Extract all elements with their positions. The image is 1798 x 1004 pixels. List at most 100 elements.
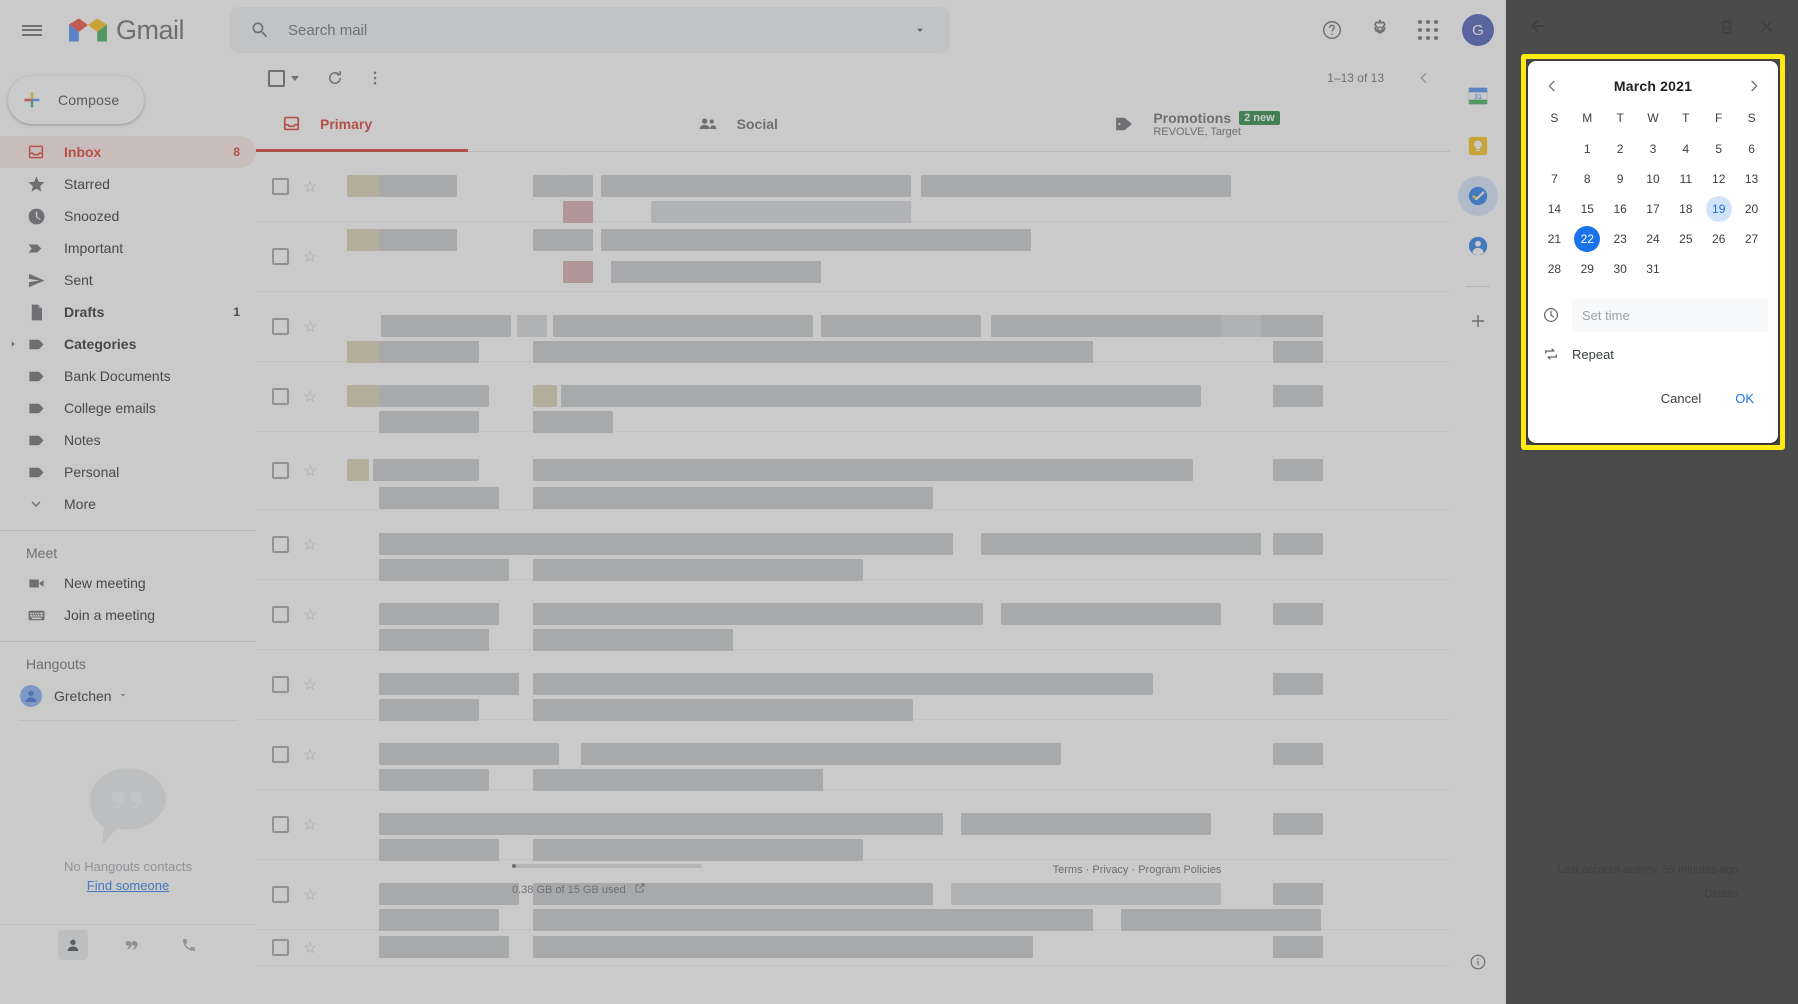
row-checkbox[interactable] [272, 886, 289, 903]
phone-icon[interactable] [174, 930, 204, 960]
table-row[interactable]: ☆ [256, 720, 1506, 791]
sidebar-item-drafts[interactable]: Drafts 1 [0, 296, 256, 328]
sidebar-item-inbox[interactable]: Inbox 8 [0, 136, 256, 168]
prev-month-button[interactable] [1538, 72, 1566, 100]
sidebar-item-starred[interactable]: Starred [0, 168, 256, 200]
row-checkbox[interactable] [272, 676, 289, 693]
sidebar-item-more[interactable]: More [0, 488, 256, 520]
star-icon[interactable]: ☆ [303, 675, 321, 695]
avatar[interactable]: G [1462, 14, 1494, 46]
calendar-day-12[interactable]: 12 [1702, 163, 1735, 193]
calendar-day-1[interactable]: 1 [1571, 133, 1604, 163]
sidebar-item-snoozed[interactable]: Snoozed [0, 200, 256, 232]
set-time-input[interactable]: Set time [1572, 298, 1768, 332]
star-icon[interactable]: ☆ [303, 815, 321, 835]
chevron-down-icon[interactable] [291, 75, 299, 81]
calendar-day-15[interactable]: 15 [1571, 193, 1604, 223]
calendar-day-27[interactable]: 27 [1735, 223, 1768, 253]
star-icon[interactable]: ☆ [303, 745, 321, 765]
table-row[interactable]: ☆ [256, 790, 1506, 861]
calendar-day-8[interactable]: 8 [1571, 163, 1604, 193]
table-row[interactable]: ☆ [256, 510, 1506, 581]
sidebar-item-sent[interactable]: Sent [0, 264, 256, 296]
calendar-day-19[interactable]: 19 [1702, 193, 1735, 223]
calendar-day-23[interactable]: 23 [1604, 223, 1637, 253]
search-icon[interactable] [240, 10, 280, 50]
help-circle-icon[interactable] [1310, 8, 1354, 52]
calendar-day-31[interactable]: 31 [1637, 253, 1670, 283]
table-row[interactable]: ☆ [256, 432, 1506, 510]
select-all-checkbox[interactable] [264, 69, 303, 87]
compose-button[interactable]: Compose [8, 76, 144, 124]
row-checkbox[interactable] [272, 816, 289, 833]
row-checkbox[interactable] [272, 318, 289, 335]
row-checkbox[interactable] [272, 388, 289, 405]
hangouts-user-row[interactable]: Gretchen plus-icon [0, 678, 256, 714]
terms-link[interactable]: Terms [1053, 864, 1083, 876]
tab-primary[interactable]: Primary [256, 96, 673, 152]
calendar-day-20[interactable]: 20 [1735, 193, 1768, 223]
apps-grid-icon[interactable] [1406, 8, 1450, 52]
calendar-day-21[interactable]: 21 [1538, 223, 1571, 253]
google-calendar-icon[interactable]: 31 [1458, 76, 1498, 116]
table-row[interactable]: ☆ [256, 292, 1506, 363]
star-icon[interactable]: ☆ [303, 317, 321, 337]
close-icon[interactable] [1746, 6, 1786, 46]
row-checkbox[interactable] [272, 536, 289, 553]
privacy-link[interactable]: Privacy [1092, 864, 1128, 876]
sidebar-item-notes[interactable]: Notes [0, 424, 256, 456]
hamburger-icon[interactable] [8, 6, 56, 54]
chevron-down-icon[interactable] [900, 10, 940, 50]
chevron-down-icon[interactable] [118, 687, 128, 705]
gear-icon[interactable] [1358, 8, 1402, 52]
calendar-day-14[interactable]: 14 [1538, 193, 1571, 223]
sidebar-item-categories[interactable]: Categories [0, 328, 256, 360]
details-link[interactable]: Details [1558, 888, 1738, 900]
calendar-day-5[interactable]: 5 [1702, 133, 1735, 163]
chat-icon[interactable] [116, 930, 146, 960]
calendar-day-29[interactable]: 29 [1571, 253, 1604, 283]
more-vertical-icon[interactable] [355, 58, 395, 98]
table-row[interactable]: ☆ [256, 580, 1506, 651]
row-checkbox[interactable] [272, 248, 289, 265]
trash-icon[interactable] [1706, 6, 1746, 46]
calendar-day-28[interactable]: 28 [1538, 253, 1571, 283]
sidebar-item-personal[interactable]: Personal [0, 456, 256, 488]
calendar-day-2[interactable]: 2 [1604, 133, 1637, 163]
contacts-icon[interactable] [58, 929, 88, 960]
cancel-button[interactable]: Cancel [1649, 383, 1713, 414]
chevron-right-icon[interactable] [8, 336, 18, 352]
google-keep-icon[interactable] [1458, 126, 1498, 166]
calendar-day-6[interactable]: 6 [1735, 133, 1768, 163]
sidebar-item-bank-documents[interactable]: Bank Documents [0, 360, 256, 392]
calendar-day-3[interactable]: 3 [1637, 133, 1670, 163]
calendar-day-11[interactable]: 11 [1669, 163, 1702, 193]
calendar-day-16[interactable]: 16 [1604, 193, 1637, 223]
star-icon[interactable]: ☆ [303, 535, 321, 555]
program-policies-link[interactable]: Program Policies [1138, 864, 1221, 876]
star-icon[interactable]: ☆ [303, 461, 321, 481]
calendar-day-10[interactable]: 10 [1637, 163, 1670, 193]
calendar-day-13[interactable]: 13 [1735, 163, 1768, 193]
chevron-left-icon[interactable] [1404, 58, 1444, 98]
star-icon[interactable]: ☆ [303, 885, 321, 905]
gmail-logo[interactable]: Gmail [68, 15, 185, 46]
calendar-day-18[interactable]: 18 [1669, 193, 1702, 223]
calendar-day-7[interactable]: 7 [1538, 163, 1571, 193]
table-row[interactable]: ☆ [256, 362, 1506, 433]
google-contacts-icon[interactable] [1458, 226, 1498, 266]
star-icon[interactable]: ☆ [303, 177, 321, 197]
next-month-button[interactable] [1740, 72, 1768, 100]
search-bar[interactable] [230, 7, 951, 53]
google-tasks-icon[interactable] [1458, 176, 1498, 216]
row-checkbox[interactable] [272, 939, 289, 956]
calendar-day-4[interactable]: 4 [1669, 133, 1702, 163]
calendar-day-26[interactable]: 26 [1702, 223, 1735, 253]
sidebar-item-important[interactable]: Important [0, 232, 256, 264]
refresh-icon[interactable] [315, 58, 355, 98]
row-checkbox[interactable] [272, 606, 289, 623]
open-in-new-icon[interactable] [634, 882, 646, 897]
star-icon[interactable]: ☆ [303, 247, 321, 267]
calendar-day-24[interactable]: 24 [1637, 223, 1670, 253]
calendar-day-25[interactable]: 25 [1669, 223, 1702, 253]
